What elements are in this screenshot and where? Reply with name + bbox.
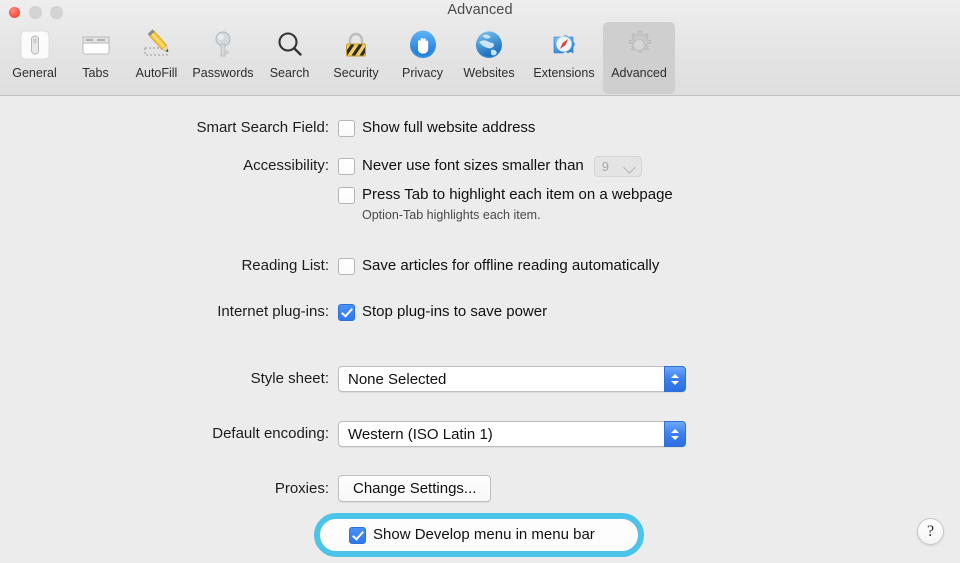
proxies-label: Proxies: [274, 480, 329, 497]
row-style-sheet: Style sheet: None Selected [180, 366, 686, 392]
stepper-arrows-icon [664, 366, 686, 392]
style-sheet-label: Style sheet: [250, 370, 329, 387]
globe-icon [471, 27, 507, 63]
default-encoding-value: Western (ISO Latin 1) [348, 425, 493, 443]
show-full-address-label: Show full website address [362, 119, 536, 136]
toolbar-item-label: Websites [463, 66, 515, 80]
toolbar-item-advanced[interactable]: Advanced [603, 22, 675, 94]
press-tab-checkbox-row[interactable]: Press Tab to highlight each item on a we… [338, 185, 673, 205]
style-sheet-popup[interactable]: None Selected [338, 366, 686, 392]
reading-list-label: Reading List: [241, 257, 329, 274]
toolbar-item-label: Security [333, 66, 379, 80]
row-reading-list: Reading List: Save articles for offline … [180, 256, 659, 276]
toolbar-item-label: Passwords [192, 66, 254, 80]
toolbar-item-websites[interactable]: Websites [453, 22, 525, 94]
show-develop-menu-checkbox[interactable] [349, 526, 366, 544]
save-articles-label: Save articles for offline reading automa… [362, 257, 660, 274]
gear-icon [621, 27, 657, 63]
toolbar-item-security[interactable]: Security [320, 22, 392, 94]
stop-plugins-checkbox-row[interactable]: Stop plug-ins to save power [338, 302, 547, 322]
min-font-size-value: 9 [601, 158, 609, 174]
magnifier-icon [272, 27, 308, 63]
padlock-icon [338, 27, 374, 63]
min-font-size-checkbox[interactable] [338, 157, 355, 175]
row-internet-plugins: Internet plug-ins: Stop plug-ins to save… [180, 302, 547, 322]
toolbar-item-label: Search [269, 66, 310, 80]
puzzle-compass-icon [546, 27, 582, 63]
toolbar-item-label: General [12, 66, 57, 80]
default-encoding-label: Default encoding: [212, 425, 329, 442]
show-full-address-checkbox-row[interactable]: Show full website address [338, 118, 535, 138]
default-encoding-popup[interactable]: Western (ISO Latin 1) [338, 421, 686, 447]
save-articles-checkbox-row[interactable]: Save articles for offline reading automa… [338, 256, 659, 276]
chevron-down-icon [622, 160, 636, 174]
press-tab-checkbox[interactable] [338, 186, 355, 204]
toolbar-item-label: Advanced [611, 66, 667, 80]
change-settings-button[interactable]: Change Settings... [338, 475, 492, 502]
advanced-preferences-pane: Smart Search Field: Show full website ad… [0, 96, 960, 563]
help-button-label: ? [926, 522, 935, 540]
preferences-toolbar: General Tabs AutoFill Passwords Search S… [4, 22, 675, 94]
show-develop-menu-label: Show Develop menu in menu bar [373, 526, 595, 543]
key-icon [205, 27, 241, 63]
toolbar-item-autofill[interactable]: AutoFill [126, 22, 187, 94]
autofill-pencil-icon [139, 27, 175, 63]
stop-plugins-checkbox[interactable] [338, 303, 355, 321]
toolbar-item-label: Extensions [533, 66, 595, 80]
min-font-size-popup[interactable]: 9 [593, 155, 642, 177]
toolbar-item-passwords[interactable]: Passwords [187, 22, 259, 94]
internet-plugins-label: Internet plug-ins: [217, 303, 329, 320]
preferences-window: Advanced General Tabs AutoFill Passwords… [0, 0, 960, 563]
stepper-arrows-icon [664, 421, 686, 447]
accessibility-hint: Option-Tab highlights each item. [362, 208, 541, 222]
show-full-address-checkbox[interactable] [338, 119, 355, 137]
row-smart-search-field: Smart Search Field: Show full website ad… [180, 118, 535, 138]
change-settings-label: Change Settings... [353, 480, 477, 497]
row-proxies: Proxies: Change Settings... [180, 475, 492, 502]
press-tab-label: Press Tab to highlight each item on a we… [362, 186, 673, 203]
show-develop-menu-highlight: Show Develop menu in menu bar [314, 513, 644, 557]
min-font-size-label: Never use font sizes smaller than [362, 157, 584, 174]
accessibility-label: Accessibility: [243, 157, 329, 174]
toolbar-item-label: Privacy [402, 66, 443, 80]
row-default-encoding: Default encoding: Western (ISO Latin 1) [180, 421, 686, 447]
window-titlebar: Advanced General Tabs AutoFill Passwords… [0, 0, 960, 96]
smart-search-field-label: Smart Search Field: [196, 119, 329, 136]
toolbar-item-privacy[interactable]: Privacy [392, 22, 453, 94]
style-sheet-value: None Selected [348, 370, 447, 388]
toolbar-item-tabs[interactable]: Tabs [65, 22, 126, 94]
toolbar-item-general[interactable]: General [4, 22, 65, 94]
tabs-icon [78, 27, 114, 63]
row-accessibility: Accessibility: Never use font sizes smal… [180, 155, 673, 222]
stop-plugins-label: Stop plug-ins to save power [362, 303, 548, 320]
toolbar-item-label: Tabs [82, 66, 109, 80]
toolbar-item-search[interactable]: Search [259, 22, 320, 94]
toolbar-item-label: AutoFill [135, 66, 178, 80]
help-button[interactable]: ? [917, 518, 944, 545]
toolbar-item-extensions[interactable]: Extensions [525, 22, 603, 94]
window-title: Advanced [447, 2, 513, 18]
general-icon [17, 27, 53, 63]
hand-icon [405, 27, 441, 63]
min-font-size-checkbox-row[interactable]: Never use font sizes smaller than 9 [338, 155, 673, 177]
save-articles-checkbox[interactable] [338, 257, 355, 275]
